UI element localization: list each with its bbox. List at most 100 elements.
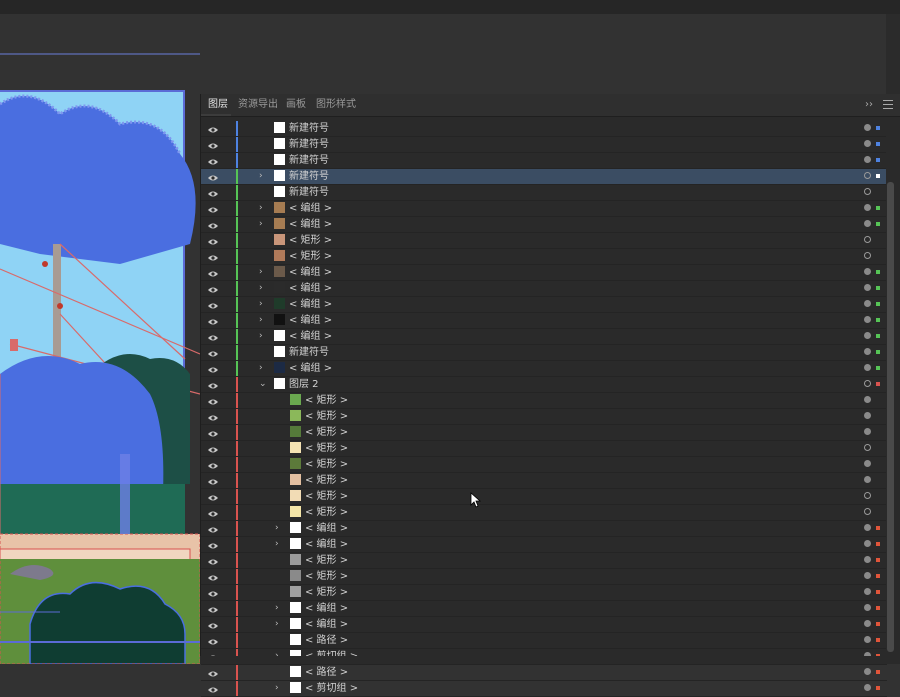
- target-circle-icon[interactable]: [864, 268, 871, 275]
- layer-name[interactable]: 新建符号: [289, 153, 329, 168]
- target-circle-icon[interactable]: [864, 188, 871, 195]
- layer-row[interactable]: › < 编组 >: [201, 265, 887, 281]
- layer-row[interactable]: › 新建符号: [201, 169, 887, 185]
- layer-name[interactable]: < 编组 >: [305, 521, 348, 536]
- layer-row[interactable]: < 矩形 >: [201, 425, 887, 441]
- selection-square-icon[interactable]: [876, 558, 880, 562]
- selection-square-icon[interactable]: [876, 542, 880, 546]
- target-circle-icon[interactable]: [864, 172, 871, 179]
- layer-row[interactable]: < 矩形 >: [201, 233, 887, 249]
- layer-row[interactable]: › < 编组 >: [201, 201, 887, 217]
- artboard-canvas[interactable]: [0, 14, 200, 664]
- layer-name[interactable]: < 编组 >: [289, 329, 332, 344]
- chevron-right-icon[interactable]: ›: [259, 297, 263, 312]
- visibility-eye-icon[interactable]: [208, 460, 218, 469]
- chevron-right-icon[interactable]: ›: [275, 521, 279, 536]
- panel-menu-icon[interactable]: [883, 100, 893, 110]
- visibility-eye-icon[interactable]: [208, 620, 218, 629]
- layer-row[interactable]: › < 编组 >: [201, 537, 887, 553]
- selection-square-icon[interactable]: [876, 686, 880, 690]
- layer-row[interactable]: 新建符号: [201, 137, 887, 153]
- layer-name[interactable]: < 矩形 >: [305, 553, 348, 568]
- layer-name[interactable]: < 矩形 >: [305, 489, 348, 504]
- chevron-right-icon[interactable]: ›: [275, 537, 279, 552]
- target-circle-icon[interactable]: [864, 572, 871, 579]
- layer-name[interactable]: < 矩形 >: [305, 473, 348, 488]
- tab-artboards[interactable]: 画板: [286, 94, 306, 116]
- selection-square-icon[interactable]: [876, 622, 880, 626]
- layer-row[interactable]: < 矩形 >: [201, 489, 887, 505]
- target-circle-icon[interactable]: [864, 316, 871, 323]
- selection-square-icon[interactable]: [876, 382, 880, 386]
- layer-row[interactable]: › < 编组 >: [201, 361, 887, 377]
- selection-square-icon[interactable]: [876, 126, 880, 130]
- target-circle-icon[interactable]: [864, 556, 871, 563]
- visibility-eye-icon[interactable]: [208, 140, 218, 149]
- visibility-eye-icon[interactable]: [208, 172, 218, 181]
- target-circle-icon[interactable]: [864, 300, 871, 307]
- layer-row[interactable]: < 矩形 >: [201, 473, 887, 489]
- layer-name[interactable]: 新建符号: [289, 185, 329, 200]
- layer-row[interactable]: < 矩形 >: [201, 569, 887, 585]
- target-circle-icon[interactable]: [864, 604, 871, 611]
- visibility-eye-icon[interactable]: [208, 636, 218, 645]
- target-circle-icon[interactable]: [864, 460, 871, 467]
- target-circle-icon[interactable]: [864, 668, 871, 675]
- selection-square-icon[interactable]: [876, 142, 880, 146]
- chevron-down-icon[interactable]: ⌄: [259, 377, 267, 392]
- target-circle-icon[interactable]: [864, 492, 871, 499]
- layer-name[interactable]: < 编组 >: [289, 265, 332, 280]
- visibility-eye-icon[interactable]: [208, 380, 218, 389]
- chevron-right-icon[interactable]: ›: [259, 201, 263, 216]
- target-circle-icon[interactable]: [864, 220, 871, 227]
- layer-row[interactable]: < 矩形 >: [201, 393, 887, 409]
- chevron-right-icon[interactable]: ›: [259, 361, 263, 376]
- selection-square-icon[interactable]: [876, 606, 880, 610]
- layer-name[interactable]: < 矩形 >: [305, 441, 348, 456]
- selection-square-icon[interactable]: [876, 270, 880, 274]
- target-circle-icon[interactable]: [864, 332, 871, 339]
- visibility-eye-icon[interactable]: [208, 348, 218, 357]
- selection-square-icon[interactable]: [876, 366, 880, 370]
- visibility-eye-icon[interactable]: [208, 604, 218, 613]
- visibility-eye-icon[interactable]: [208, 316, 218, 325]
- layer-name[interactable]: < 编组 >: [305, 601, 348, 616]
- target-circle-icon[interactable]: [864, 156, 871, 163]
- chevron-right-icon[interactable]: ›: [259, 313, 263, 328]
- layer-row[interactable]: › < 编组 >: [201, 521, 887, 537]
- visibility-eye-icon[interactable]: [208, 428, 218, 437]
- layer-row[interactable]: < 矩形 >: [201, 585, 887, 601]
- target-circle-icon[interactable]: [864, 684, 871, 691]
- target-circle-icon[interactable]: [864, 588, 871, 595]
- visibility-eye-icon[interactable]: [208, 284, 218, 293]
- visibility-eye-icon[interactable]: [208, 524, 218, 533]
- tab-asset-export[interactable]: 资源导出: [238, 94, 278, 116]
- visibility-eye-icon[interactable]: [208, 588, 218, 597]
- visibility-eye-icon[interactable]: [208, 268, 218, 277]
- layer-name[interactable]: < 矩形 >: [289, 233, 332, 248]
- selection-square-icon[interactable]: [876, 350, 880, 354]
- layer-name[interactable]: < 编组 >: [289, 201, 332, 216]
- layer-name[interactable]: 新建符号: [289, 137, 329, 152]
- visibility-eye-icon[interactable]: [208, 412, 218, 421]
- layer-name[interactable]: 新建符号: [289, 121, 329, 136]
- selection-square-icon[interactable]: [876, 670, 880, 674]
- layer-name[interactable]: < 矩形 >: [305, 505, 348, 520]
- layer-name[interactable]: < 路径 >: [305, 665, 348, 680]
- selection-square-icon[interactable]: [876, 222, 880, 226]
- layer-row[interactable]: › < 编组 >: [201, 297, 887, 313]
- target-circle-icon[interactable]: [864, 348, 871, 355]
- layer-row[interactable]: › < 剪切组 >: [201, 681, 887, 697]
- selection-square-icon[interactable]: [876, 334, 880, 338]
- visibility-eye-icon[interactable]: [208, 476, 218, 485]
- visibility-eye-icon[interactable]: [208, 220, 218, 229]
- layer-name[interactable]: < 矩形 >: [305, 585, 348, 600]
- target-circle-icon[interactable]: [864, 252, 871, 259]
- visibility-eye-icon[interactable]: [208, 492, 218, 501]
- target-circle-icon[interactable]: [864, 380, 871, 387]
- layer-name[interactable]: < 编组 >: [289, 217, 332, 232]
- visibility-eye-icon[interactable]: [208, 332, 218, 341]
- selection-square-icon[interactable]: [876, 174, 880, 178]
- target-circle-icon[interactable]: [864, 636, 871, 643]
- layer-row[interactable]: › < 编组 >: [201, 281, 887, 297]
